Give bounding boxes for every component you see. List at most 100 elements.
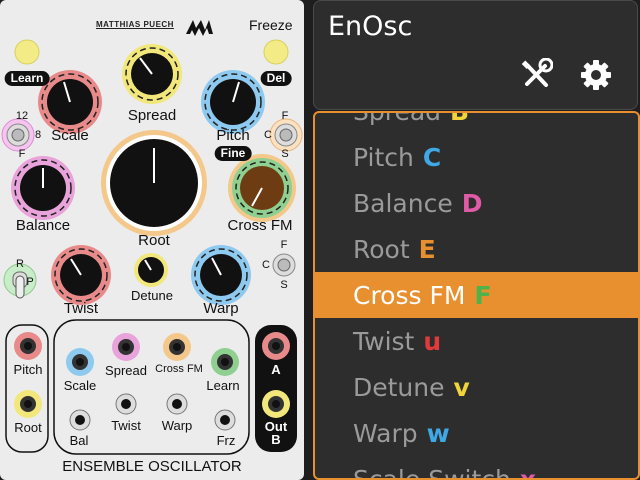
warp-mode-switch[interactable] — [272, 253, 296, 277]
del-label: Del — [260, 71, 292, 86]
param-row[interactable]: Balance D — [315, 180, 638, 226]
detune-knob[interactable] — [134, 253, 168, 287]
switch-f-top-label: F — [281, 110, 289, 122]
twist-label: Twist — [63, 300, 99, 317]
fine-label: Fine — [214, 146, 252, 161]
module-panel: MATTHIAS PUECH Freeze Learn Del Scale Sp… — [0, 0, 304, 480]
cross-fm-jack-label: Cross FM — [155, 363, 203, 375]
out-b-label: Out B — [264, 419, 288, 447]
cross-fm-label: Cross FM — [227, 217, 293, 234]
out-b-jack[interactable] — [262, 390, 290, 418]
scale-jack-label: Scale — [63, 378, 97, 393]
twist-jack[interactable] — [115, 393, 137, 415]
module-name: ENSEMBLE OSCILLATOR — [62, 458, 242, 475]
param-name: Spread — [353, 111, 442, 126]
balance-label: Balance — [15, 217, 71, 234]
module-title: EnOsc — [328, 11, 413, 42]
param-row[interactable]: Scale Switch x — [315, 456, 638, 480]
param-name: Scale Switch — [353, 464, 511, 480]
switch-s-label: S — [281, 148, 289, 160]
twist-jack-label: Twist — [111, 418, 141, 433]
inspector-panel: EnOsc Spread B Pitch C Balance D Root E … — [313, 0, 640, 480]
cross-fm-jack[interactable] — [163, 333, 191, 361]
param-key: v — [453, 372, 470, 402]
param-key: B — [450, 111, 470, 126]
settings-button[interactable] — [576, 55, 616, 95]
param-key: u — [423, 326, 442, 356]
param-key: x — [519, 464, 537, 480]
logo-icon — [186, 20, 213, 36]
learn-button[interactable] — [14, 39, 40, 65]
param-key: F — [474, 280, 492, 310]
switch3-p-label: P — [26, 276, 34, 288]
twist-knob[interactable] — [51, 245, 111, 305]
scale-label: Scale — [51, 127, 89, 144]
pitch-jack-label: Pitch — [13, 362, 43, 377]
switch2-c-label: C — [262, 259, 270, 271]
param-key: E — [418, 234, 436, 264]
switch2-f-label: F — [280, 239, 288, 251]
parameter-list[interactable]: Spread B Pitch C Balance D Root E Cross FM F Twist… — [313, 111, 640, 480]
param-row[interactable]: Warp w — [315, 410, 638, 456]
spread-label: Spread — [127, 107, 177, 124]
root-label: Root — [138, 232, 170, 249]
freeze-label: Freeze — [249, 17, 293, 33]
scale-mode-switch[interactable] — [1, 118, 35, 152]
param-name: Pitch — [353, 142, 414, 172]
param-row[interactable]: Pitch C — [315, 134, 638, 180]
param-row[interactable]: Twist u — [315, 318, 638, 364]
learn-label: Learn — [4, 71, 50, 86]
root-knob[interactable] — [101, 130, 207, 236]
switch-12-label: 12 — [15, 110, 29, 122]
switch-c-label: C — [264, 129, 272, 141]
param-row[interactable]: Cross FM F — [315, 272, 638, 318]
frz-jack-label: Frz — [216, 433, 236, 448]
param-key: D — [461, 188, 483, 218]
freeze-button[interactable] — [263, 39, 289, 65]
learn-jack[interactable] — [211, 348, 239, 376]
balance-jack[interactable] — [69, 409, 91, 431]
bal-jack-label: Bal — [69, 433, 89, 448]
freeze-jack[interactable] — [214, 409, 236, 431]
detune-label: Detune — [131, 288, 173, 303]
param-name: Balance — [353, 188, 453, 218]
tools-button[interactable] — [516, 55, 556, 95]
param-name: Twist — [353, 326, 415, 356]
warp-label: Warp — [203, 300, 239, 317]
spread-jack[interactable] — [112, 333, 140, 361]
param-row[interactable]: Root E — [315, 226, 638, 272]
switch-8-label: 8 — [34, 129, 42, 141]
spread-knob[interactable] — [122, 44, 182, 104]
gear-icon — [581, 60, 611, 90]
spread-jack-label: Spread — [105, 363, 147, 378]
out-a-jack[interactable] — [262, 332, 290, 360]
wrench-screwdriver-icon — [521, 58, 553, 87]
maker-label: MATTHIAS PUECH — [96, 20, 174, 29]
warp-jack-label: Warp — [161, 418, 193, 433]
balance-knob[interactable] — [11, 156, 75, 220]
root-jack[interactable] — [14, 390, 42, 418]
pitch-jack[interactable] — [14, 332, 42, 360]
switch2-s-label: S — [280, 279, 288, 291]
param-name: Detune — [353, 372, 445, 402]
pitch-knob[interactable] — [201, 70, 265, 134]
warp-jack[interactable] — [166, 393, 188, 415]
param-name: Cross FM — [353, 280, 466, 310]
cross-fm-knob[interactable] — [228, 154, 296, 222]
root-jack-label: Root — [14, 420, 42, 435]
switch-f-left-label: F — [18, 148, 26, 160]
param-name: Root — [353, 234, 410, 264]
inspector-header: EnOsc — [313, 0, 638, 110]
pitch-label: Pitch — [216, 127, 250, 144]
pitch-mode-switch[interactable] — [269, 118, 303, 152]
learn-jack-label: Learn — [206, 378, 240, 393]
param-name: Warp — [353, 418, 418, 448]
out-a-label: A — [271, 362, 281, 377]
param-key: w — [426, 418, 450, 448]
warp-knob[interactable] — [191, 245, 251, 305]
param-row[interactable]: Detune v — [315, 364, 638, 410]
param-row[interactable]: Spread B — [315, 111, 638, 134]
scale-jack[interactable] — [66, 348, 94, 376]
param-key: C — [422, 142, 442, 172]
switch3-r-label: R — [16, 258, 24, 270]
